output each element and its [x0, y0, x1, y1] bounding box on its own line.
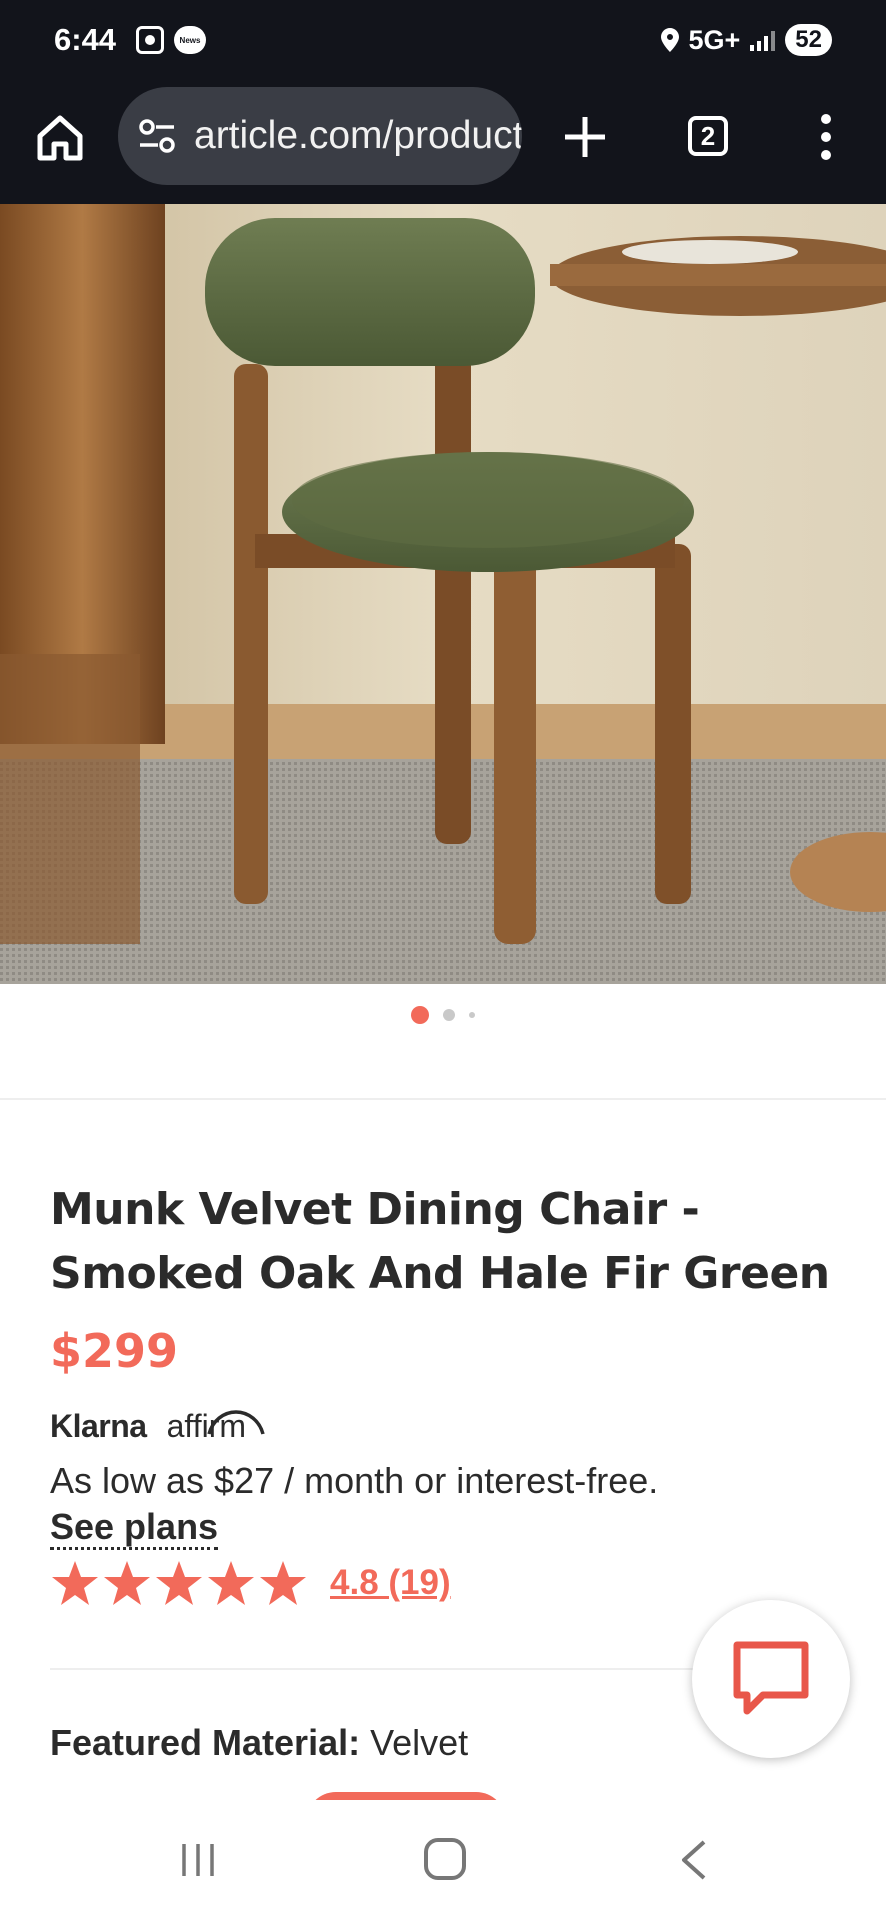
carousel-dot[interactable] [469, 1012, 475, 1018]
more-menu-icon[interactable] [816, 114, 836, 160]
signal-icon [750, 29, 776, 51]
new-tab-plus-icon[interactable] [562, 114, 608, 160]
star-icon [52, 1561, 98, 1605]
see-plans-link[interactable]: See plans [50, 1506, 219, 1550]
star-rating [50, 1558, 308, 1608]
carousel-dot-active[interactable] [411, 1006, 429, 1024]
financing-copy: As low as $27 / month or interest-free. [50, 1460, 659, 1501]
chair-photo [0, 204, 886, 984]
recents-icon[interactable] [178, 1840, 218, 1880]
carousel-dots[interactable] [0, 1006, 886, 1024]
location-pin-icon [660, 28, 679, 52]
rating-row[interactable]: 4.8 (19) [50, 1558, 451, 1608]
product-image[interactable] [0, 204, 886, 984]
bnpl-logos: Klarna affirm [50, 1408, 265, 1445]
klarna-logo: Klarna [50, 1408, 147, 1444]
tabs-icon[interactable]: 2 [688, 116, 728, 156]
star-icon [104, 1561, 150, 1605]
product-title: Munk Velvet Dining Chair - Smoked Oak An… [50, 1184, 830, 1299]
address-bar[interactable]: article.com/product [118, 87, 522, 185]
carousel-dot[interactable] [443, 1009, 455, 1021]
chat-button[interactable] [692, 1600, 850, 1758]
back-icon[interactable] [676, 1838, 712, 1882]
rating-link[interactable]: 4.8 (19) [330, 1563, 451, 1603]
status-notification-icons: News [136, 26, 206, 54]
url-text: article.com/product [194, 114, 522, 157]
featured-material: Featured Material: Velvet [50, 1722, 468, 1764]
network-label: 5G+ [688, 24, 741, 55]
star-icon [260, 1561, 306, 1605]
divider [0, 1098, 886, 1100]
financing-text: As low as $27 / month or interest-free. … [50, 1458, 690, 1550]
site-settings-icon[interactable] [138, 118, 176, 154]
home-icon[interactable] [34, 112, 86, 164]
news-icon: News [174, 26, 206, 54]
star-icon [208, 1561, 254, 1605]
status-bar: 6:44 News 5G+ 52 [0, 0, 886, 84]
chat-icon [733, 1641, 809, 1715]
home-nav-icon[interactable] [424, 1838, 466, 1880]
featured-material-value: Velvet [370, 1722, 469, 1763]
affirm-arc-icon [206, 1410, 265, 1435]
featured-material-label: Featured Material: [50, 1722, 361, 1763]
battery-icon: 52 [785, 24, 832, 56]
star-icon [156, 1561, 202, 1605]
product-price: $299 [50, 1324, 179, 1378]
system-nav-bar [0, 1800, 886, 1920]
screenshot-icon [136, 26, 164, 54]
status-right: 5G+ 52 [660, 24, 832, 56]
affirm-logo: affirm [167, 1408, 265, 1445]
browser-toolbar: article.com/product 2 [0, 84, 886, 204]
status-time: 6:44 [54, 22, 117, 57]
